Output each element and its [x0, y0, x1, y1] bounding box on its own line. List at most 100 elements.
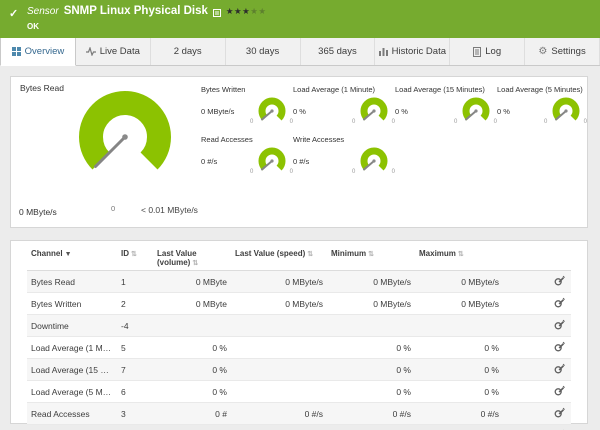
cell-minimum: 0 #/s [327, 402, 415, 425]
edit-channel-icon[interactable] [554, 341, 565, 352]
cell-maximum [415, 314, 503, 337]
tab-label: Historic Data [391, 46, 446, 57]
cell-minimum: 0 MByte/s [327, 292, 415, 315]
bytes-read-gauge[interactable] [69, 89, 181, 194]
gauge-scale-min: 0 [544, 119, 548, 125]
cell-id: 6 [117, 380, 153, 403]
channel-table: Channel ▼ ID ⇅ Last Value (volume) ⇅ Last V… [27, 245, 571, 430]
cell-last-value-speed: 0 #/s [231, 424, 327, 430]
big-gauge-title: Bytes Read [20, 83, 64, 93]
cell-last-value-volume: 0 # [153, 424, 231, 430]
grid-icon [11, 47, 21, 56]
gauge-dial: 00 [352, 147, 395, 175]
sort-icon: ⇅ [307, 251, 314, 258]
tab-log[interactable]: Log [450, 38, 526, 65]
big-gauge-scale-max: < 0.01 MByte/s [141, 205, 198, 215]
edit-channel-icon[interactable] [554, 363, 565, 374]
tab-30-days[interactable]: 30 days [226, 38, 301, 65]
gauge-load-average-5-minutes[interactable]: Load Average (5 Minutes) 0 % 0 0 [497, 85, 587, 125]
tab-365-days[interactable]: 365 days [301, 38, 376, 65]
edit-channel-icon[interactable] [554, 407, 565, 418]
tab-2-days[interactable]: 2 days [151, 38, 226, 65]
tab-live-data[interactable]: Live Data [76, 38, 151, 65]
tab-overview[interactable]: Overview [0, 38, 76, 66]
sensor-status-badge: OK [27, 22, 39, 31]
gauge-value: 0 % [395, 106, 408, 116]
big-gauge-current-value: 0 MByte/s [19, 207, 57, 217]
gauge-scale-max: 0 [583, 119, 587, 125]
cell-last-value-speed [231, 336, 327, 359]
priority-stars-filled: ★★★ [225, 6, 251, 16]
cell-maximum: 0 % [415, 380, 503, 403]
edit-channel-icon[interactable] [554, 275, 565, 286]
gauge-scale-max: 0 [391, 169, 395, 175]
col-header-id[interactable]: ID ⇅ [117, 245, 153, 271]
sort-icon: ⇅ [368, 251, 374, 258]
cell-id: 4 [117, 424, 153, 430]
tab-label: 2 days [173, 46, 202, 57]
gauge-dial: 00 [250, 147, 293, 175]
tab-settings[interactable]: ⚙ Settings [525, 38, 600, 65]
priority-stars-empty: ★★ [250, 6, 267, 16]
cell-last-value-volume: 0 % [153, 380, 231, 403]
gauge-title: Write Accesses [293, 135, 345, 144]
tab-label: Overview [24, 46, 65, 57]
cell-maximum: 0 #/s [415, 402, 503, 425]
channel-row-downtime: Downtime -4 [27, 314, 571, 337]
cell-channel: Load Average (1 Min... [27, 336, 117, 359]
gauge-write-accesses[interactable]: Write Accesses 0 #/s 0 0 [293, 135, 395, 175]
gauge-dial: 00 [454, 97, 497, 125]
sensor-kind-label: Sensor [27, 6, 59, 17]
channel-row-write-accesses: Write Accesses40 #0 #/s0 #/s0 #/s [27, 424, 571, 430]
gauge-load-average-15-minutes[interactable]: Load Average (15 Minutes) 0 % 0 0 [395, 85, 497, 125]
sensor-badge-icon [212, 4, 221, 22]
edit-channel-icon[interactable] [554, 319, 565, 330]
col-header-channel[interactable]: Channel ▼ [27, 245, 117, 271]
big-gauge-scale-min: 0 [111, 204, 116, 213]
cell-minimum: 0 % [327, 380, 415, 403]
gauge-value: 0 % [497, 106, 510, 116]
sort-icon: ⇅ [131, 251, 137, 258]
gauge-value: 0 #/s [293, 156, 310, 166]
cell-minimum: 0 MByte/s [327, 270, 415, 293]
cell-minimum [327, 314, 415, 337]
tab-historic-data[interactable]: Historic Data [375, 38, 451, 65]
priority-stars[interactable]: ★★★★★ [226, 4, 267, 17]
cell-id: 3 [117, 402, 153, 425]
gauge-title: Load Average (15 Minutes) [395, 85, 485, 94]
cell-channel: Bytes Written [27, 292, 117, 315]
gauge-bytes-written[interactable]: Bytes Written 0 MByte/s 0 0 [201, 85, 293, 125]
cell-last-value-volume: 0 MByte [153, 270, 231, 293]
cell-id: 1 [117, 270, 153, 293]
cell-channel: Load Average (15 Mi... [27, 358, 117, 381]
channel-table-panel: Channel ▼ ID ⇅ Last Value (volume) ⇅ Last V… [10, 240, 588, 430]
edit-channel-icon[interactable] [554, 297, 565, 308]
col-header-maximum[interactable]: Maximum ⇅ [415, 245, 503, 271]
gauge-load-average-1-minute[interactable]: Load Average (1 Minute) 0 % 0 0 [293, 85, 395, 125]
tab-label: Log [485, 46, 502, 57]
doc-icon [473, 46, 482, 57]
edit-channel-icon[interactable] [554, 385, 565, 396]
tab-bar: Overview Live Data 2 days 30 days 365 days Hi… [0, 38, 600, 66]
cell-last-value-speed: 0 #/s [231, 402, 327, 425]
cell-id: 7 [117, 358, 153, 381]
cell-last-value-volume: 0 % [153, 336, 231, 359]
cell-channel: Load Average (5 Min... [27, 380, 117, 403]
gauge-read-accesses[interactable]: Read Accesses 0 #/s 0 0 [201, 135, 293, 175]
cell-id: -4 [117, 314, 153, 337]
cell-last-value-speed: 0 MByte/s [231, 270, 327, 293]
col-header-minimum[interactable]: Minimum ⇅ [327, 245, 415, 271]
cell-maximum: 0 % [415, 336, 503, 359]
cell-last-value-volume [153, 314, 231, 337]
cell-id: 5 [117, 336, 153, 359]
gauge-dial: 00 [250, 97, 293, 125]
channel-row-bytes-read: Bytes Read 1 0 MByte 0 MByte/s 0 MByte/s 0 MB… [27, 270, 571, 293]
cell-minimum: 0 #/s [327, 424, 415, 430]
col-header-last-value-speed[interactable]: Last Value (speed) ⇅ [231, 245, 327, 271]
col-header-last-value-volume[interactable]: Last Value (volume) ⇅ [153, 245, 231, 271]
small-gauges-grid: Bytes Written 0 MByte/s 0 0 Load Average (1 … [201, 85, 587, 175]
table-header-row: Channel ▼ ID ⇅ Last Value (volume) ⇅ Last V… [27, 245, 571, 271]
channel-row-load-average-5-min: Load Average (5 Min... 6 0 % 0 % 0 % [27, 380, 571, 403]
prtg-sensor-page: ✓ Sensor SNMP Linux Physical Disk ★★★★★ … [0, 0, 600, 430]
channel-row-read-accesses: Read Accesses 3 0 #0 #/s 0 #/s 0 #/s [27, 402, 571, 425]
